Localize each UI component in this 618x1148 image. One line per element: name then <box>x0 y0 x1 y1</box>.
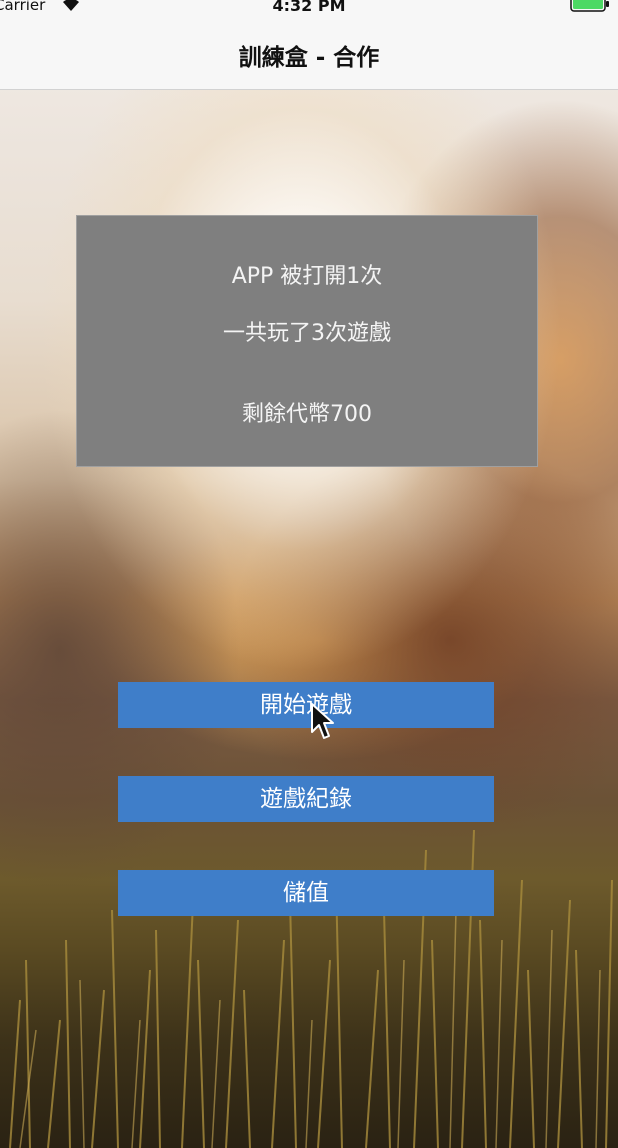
app-open-count: APP 被打開1次 <box>231 264 383 289</box>
games-played-count: 一共玩了3次遊戲 <box>223 321 391 346</box>
top-up-button[interactable]: 儲值 <box>118 870 494 916</box>
coins-remaining: 剩餘代幣700 <box>242 402 372 427</box>
status-time: 4:32 PM <box>272 0 346 15</box>
stats-panel: APP 被打開1次 一共玩了3次遊戲 剩餘代幣700 <box>76 215 538 467</box>
navigation-bar: 訓練盒 - 合作 <box>0 20 618 90</box>
status-bar: Carrier 4:32 PM <box>0 0 618 20</box>
mouse-cursor-icon <box>311 703 334 739</box>
start-game-button[interactable]: 開始遊戲 <box>118 682 494 728</box>
background-image <box>0 0 618 1148</box>
battery-icon <box>570 0 609 12</box>
game-history-button[interactable]: 遊戲紀錄 <box>118 776 494 822</box>
page-title: 訓練盒 - 合作 <box>238 45 380 71</box>
